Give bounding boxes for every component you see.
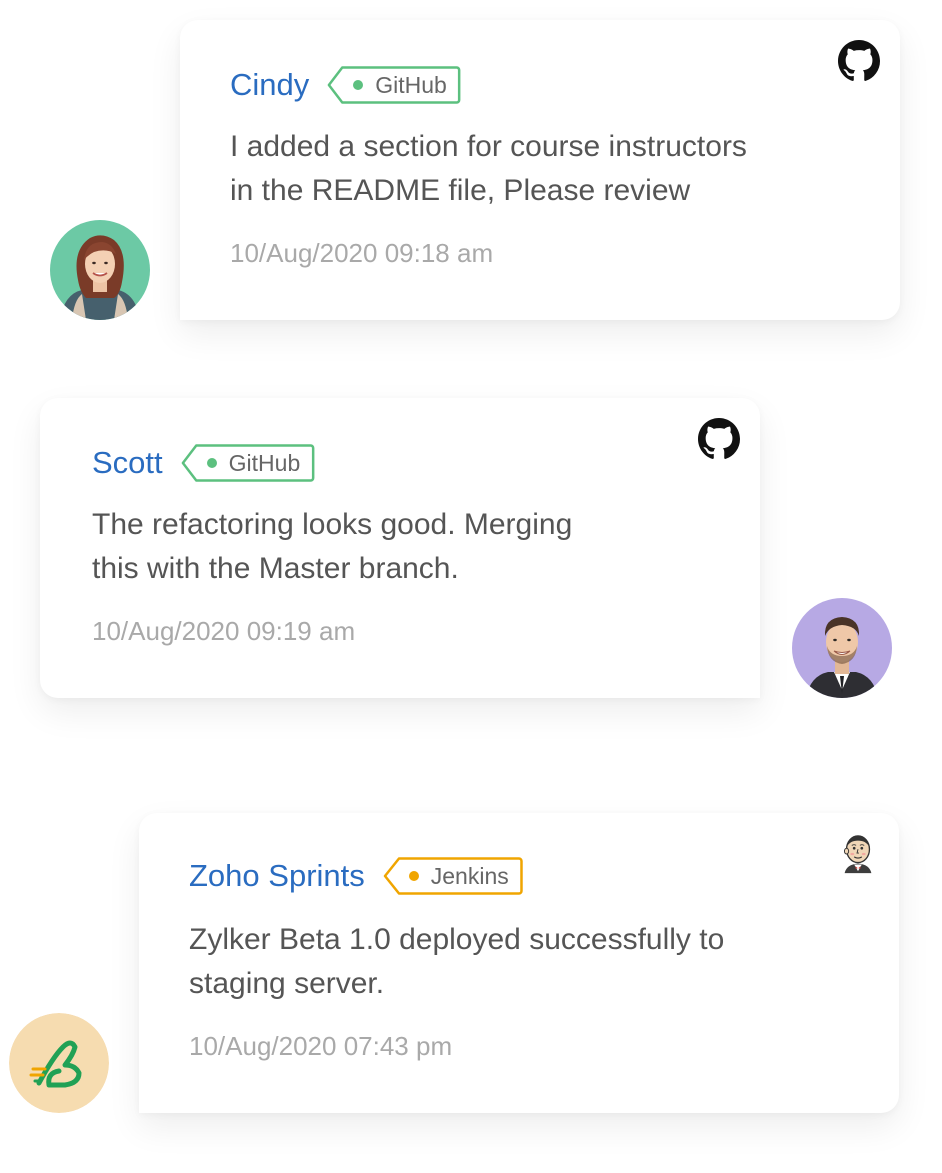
message-line: staging server. <box>189 967 385 1000</box>
tag-label: GitHub <box>228 449 301 476</box>
avatar[interactable] <box>9 1013 109 1113</box>
tag-status-dot <box>408 871 419 881</box>
tag-status-dot <box>206 458 217 468</box>
message-line: I added a section for course instructors <box>230 130 747 163</box>
github-icon <box>838 40 880 81</box>
sprints-logo-icon <box>9 1013 109 1113</box>
tag-label: Jenkins <box>430 862 509 889</box>
source-tag: Jenkins <box>383 857 523 895</box>
message-card: Scott GitHub The refactoring looks good.… <box>40 398 760 698</box>
message-text: Zylker Beta 1.0 deployed successfully to… <box>189 918 809 1006</box>
message-text: I added a section for course instructors… <box>230 125 850 213</box>
author-name[interactable]: Cindy <box>230 66 309 104</box>
author-name[interactable]: Scott <box>92 444 163 482</box>
message-card: Zoho Sprints Jenkins Zylker Beta 1.0 dep… <box>139 813 899 1113</box>
jenkins-icon <box>843 835 872 874</box>
github-icon <box>698 418 740 459</box>
author-name[interactable]: Zoho Sprints <box>189 857 365 895</box>
message-timestamp: 10/Aug/2020 09:19 am <box>92 616 356 646</box>
message-header: Cindy GitHub <box>230 66 461 104</box>
avatar-portrait <box>792 598 892 698</box>
message-card: Cindy GitHub I added a section for cours… <box>180 20 900 320</box>
avatar[interactable] <box>792 598 892 698</box>
message-line: in the README file, Please review <box>230 174 691 207</box>
source-tag: GitHub <box>181 444 315 482</box>
message-line: Zylker Beta 1.0 deployed successfully to <box>189 923 725 956</box>
tag-label: GitHub <box>375 71 447 98</box>
avatar-portrait <box>50 220 150 320</box>
message-timestamp: 10/Aug/2020 09:18 am <box>230 238 494 268</box>
avatar[interactable] <box>50 220 150 320</box>
message-line: The refactoring looks good. Merging <box>92 508 573 541</box>
source-tag: GitHub <box>327 66 461 104</box>
message-text: The refactoring looks good. Merging this… <box>92 503 712 591</box>
message-timestamp: 10/Aug/2020 07:43 pm <box>189 1031 453 1061</box>
message-header: Zoho Sprints Jenkins <box>189 857 523 895</box>
message-line: this with the Master branch. <box>92 552 459 585</box>
message-header: Scott GitHub <box>92 444 314 482</box>
